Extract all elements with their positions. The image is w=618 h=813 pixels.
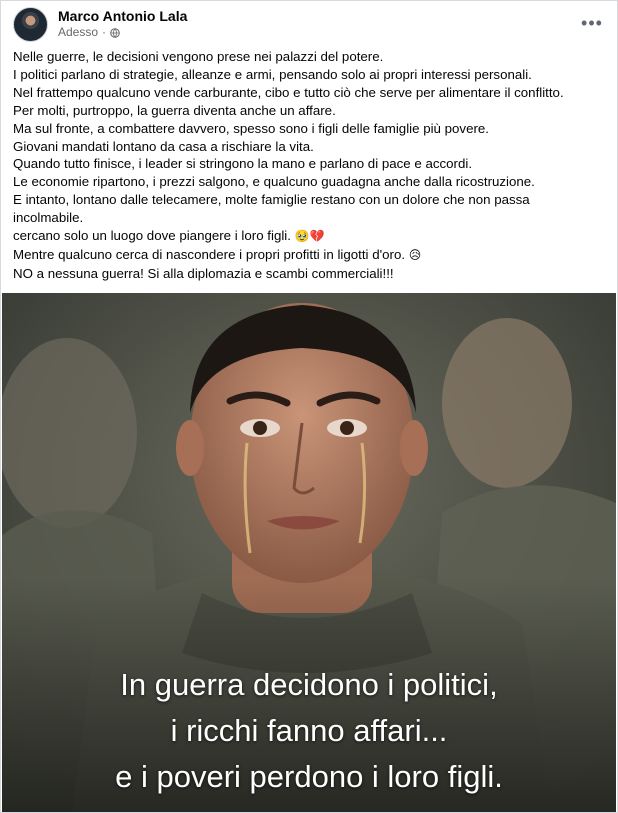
post-line: Per molti, purtroppo, la guerra diventa … [13, 102, 336, 118]
post-line-with-emoji: cercano solo un luogo dove piangere i lo… [13, 227, 603, 246]
caption-line: i ricchi fanno affari... [170, 713, 448, 748]
facebook-post: Marco Antonio Lala Adesso · ••• Nelle gu… [0, 0, 618, 813]
caption-line: e i poveri perdono i loro figli. [115, 759, 503, 794]
post-line: Le economie ripartono, i prezzi salgono,… [13, 174, 535, 190]
post-line-text: Mentre qualcuno cerca di nascondere i pr… [13, 246, 406, 262]
author-name[interactable]: Marco Antonio Lala [58, 8, 187, 24]
more-options-button[interactable]: ••• [579, 13, 605, 33]
post-line: Nel frattempo qualcuno vende carburante,… [13, 84, 564, 100]
sad-emoji: 😥 [408, 247, 422, 262]
post-line: NO a nessuna guerra! Si alla diplomazia … [13, 265, 394, 281]
post-meta: Adesso · [58, 25, 120, 39]
crying-heartbreak-emoji: 🥹💔 [294, 229, 325, 244]
post-line: Giovani mandati lontano da casa a rischi… [13, 138, 314, 154]
ellipsis-icon: ••• [581, 13, 603, 33]
post-line: Quando tutto finisce, i leader si string… [13, 156, 473, 172]
post-line: Nelle guerre, le decisioni vengono prese… [13, 49, 384, 64]
post-timestamp[interactable]: Adesso [58, 25, 98, 39]
post-line: I politici parlano di strategie, alleanz… [13, 66, 532, 82]
caption-line: In guerra decidono i politici, [120, 667, 498, 702]
post-text: Nelle guerre, le decisioni vengono prese… [13, 48, 603, 283]
image-caption: In guerra decidono i politici, i ricchi … [2, 662, 616, 812]
post-line: E intanto, lontano dalle telecamere, mol… [13, 192, 530, 226]
meta-separator: · [102, 25, 107, 39]
post-line-text: cercano solo un luogo dove piangere i lo… [13, 228, 291, 244]
author-avatar[interactable] [13, 7, 48, 42]
post-image[interactable]: In guerra decidono i politici, i ricchi … [2, 293, 616, 812]
post-header: Marco Antonio Lala Adesso · ••• [13, 7, 605, 42]
post-line-with-emoji: Mentre qualcuno cerca di nascondere i pr… [13, 246, 603, 265]
globe-icon[interactable] [110, 27, 120, 38]
post-line: Ma sul fronte, a combattere davvero, spe… [13, 120, 489, 136]
